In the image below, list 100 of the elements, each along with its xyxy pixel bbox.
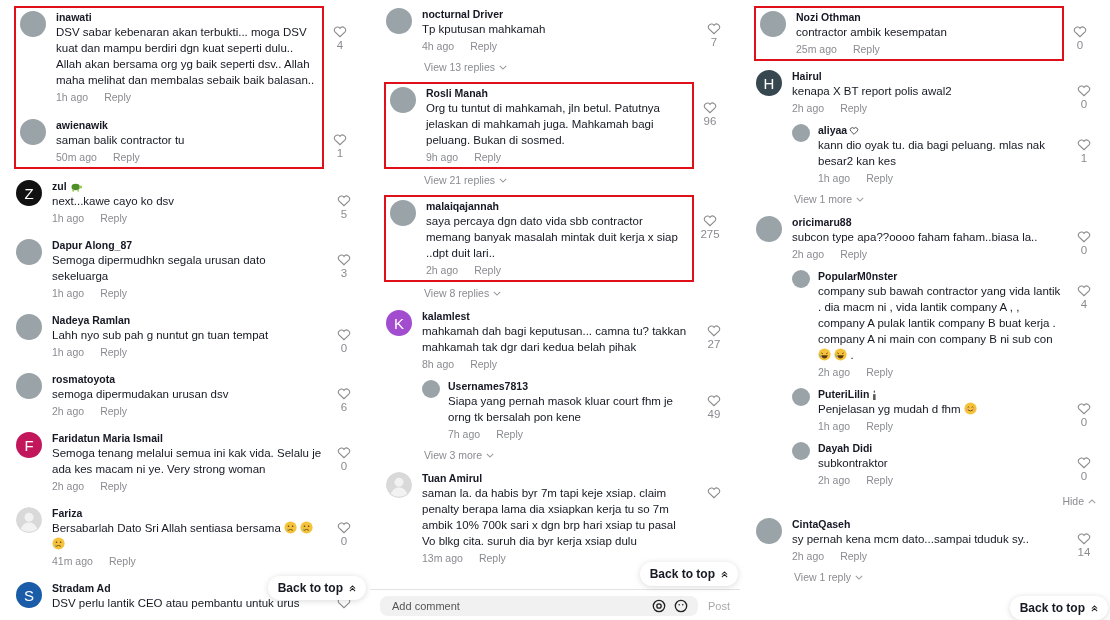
avatar-photo-placeholder[interactable] xyxy=(792,388,810,406)
avatar-photo-placeholder[interactable] xyxy=(16,239,42,265)
reply-link[interactable]: Reply xyxy=(112,149,140,165)
avatar-photo-placeholder[interactable] xyxy=(756,216,782,242)
reply-link[interactable]: Reply xyxy=(866,418,893,434)
username[interactable]: inawati xyxy=(56,11,92,24)
comment-input[interactable]: Add comment xyxy=(390,599,644,613)
avatar-photo-placeholder[interactable] xyxy=(422,380,440,398)
username[interactable]: Nozi Othman xyxy=(796,11,861,24)
avatar-photo-placeholder[interactable] xyxy=(756,518,782,544)
reply-link[interactable]: Reply xyxy=(866,472,893,488)
username[interactable]: CintaQaseh xyxy=(792,518,851,531)
reply-link[interactable]: Reply xyxy=(470,356,497,372)
like-heart-icon[interactable] xyxy=(337,328,351,341)
like-heart-icon[interactable] xyxy=(1077,84,1091,97)
like-heart-icon[interactable] xyxy=(337,521,351,534)
username[interactable]: Usernames7813 xyxy=(448,380,528,393)
avatar-photo-placeholder[interactable] xyxy=(16,373,42,399)
like-heart-icon[interactable] xyxy=(1077,284,1091,297)
like-heart-icon[interactable] xyxy=(337,446,351,459)
view-replies-link[interactable]: View 3 more xyxy=(424,449,495,461)
like-heart-icon[interactable] xyxy=(707,22,721,35)
username[interactable]: aliyaa xyxy=(818,124,848,137)
back-to-top-button[interactable]: Back to top xyxy=(1009,596,1108,620)
reply-link[interactable]: Reply xyxy=(470,38,497,54)
reply-link[interactable]: Reply xyxy=(866,364,893,380)
like-heart-icon[interactable] xyxy=(1077,230,1091,243)
like-heart-icon[interactable] xyxy=(1073,25,1087,38)
like-heart-icon[interactable] xyxy=(337,387,351,400)
avatar-photo-placeholder[interactable] xyxy=(390,87,416,113)
back-to-top-button[interactable]: Back to top xyxy=(267,576,366,600)
like-heart-icon[interactable] xyxy=(707,394,721,407)
username[interactable]: oricimaru88 xyxy=(792,216,852,229)
avatar-photo-placeholder[interactable] xyxy=(792,124,810,142)
username[interactable]: malaiqajannah xyxy=(426,200,499,213)
username[interactable]: rosmatoyota xyxy=(52,373,115,386)
reply-link[interactable]: Reply xyxy=(100,210,127,226)
reply-link[interactable]: Reply xyxy=(840,100,867,116)
add-comment-field[interactable]: Add comment xyxy=(380,596,698,616)
view-replies-link[interactable]: View 1 more xyxy=(794,193,865,205)
mention-icon[interactable] xyxy=(652,599,666,613)
avatar-photo-placeholder[interactable] xyxy=(390,200,416,226)
back-to-top-button[interactable]: Back to top xyxy=(639,562,738,586)
reply-link[interactable]: Reply xyxy=(496,426,523,442)
username[interactable]: nocturnal Driver xyxy=(422,8,504,21)
avatar-photo-placeholder[interactable] xyxy=(386,8,412,34)
like-heart-icon[interactable] xyxy=(703,101,717,114)
username[interactable]: Nadeya Ramlan xyxy=(52,314,131,327)
username[interactable]: zul xyxy=(52,180,67,193)
like-heart-icon[interactable] xyxy=(333,133,347,146)
reply-link[interactable]: Reply xyxy=(100,403,127,419)
avatar[interactable]: F xyxy=(16,432,42,458)
view-replies-link[interactable]: View 21 replies xyxy=(424,174,507,186)
avatar-photo-placeholder[interactable] xyxy=(20,11,46,37)
reply-link[interactable]: Reply xyxy=(104,89,131,105)
avatar[interactable]: Z xyxy=(16,180,42,206)
avatar-photo-placeholder[interactable] xyxy=(792,442,810,460)
avatar-photo-placeholder[interactable] xyxy=(760,11,786,37)
view-replies-link[interactable]: View 13 replies xyxy=(424,61,507,73)
username[interactable]: Dayah Didi xyxy=(818,442,873,455)
avatar-photo-placeholder[interactable] xyxy=(20,119,46,145)
view-replies-link[interactable]: View 8 replies xyxy=(424,287,502,299)
avatar[interactable]: K xyxy=(386,310,412,336)
reply-link[interactable]: Reply xyxy=(840,246,867,262)
reply-link[interactable]: Reply xyxy=(852,41,880,57)
reply-link[interactable]: Reply xyxy=(866,170,893,186)
reply-link[interactable]: Reply xyxy=(100,285,127,301)
avatar[interactable]: H xyxy=(756,70,782,96)
like-heart-icon[interactable] xyxy=(707,324,721,337)
reply-link[interactable]: Reply xyxy=(474,262,501,278)
like-heart-icon[interactable] xyxy=(337,253,351,266)
reply-link[interactable]: Reply xyxy=(474,149,501,165)
reply-link[interactable]: Reply xyxy=(100,344,127,360)
like-heart-icon[interactable] xyxy=(337,194,351,207)
avatar-photo-placeholder[interactable] xyxy=(16,314,42,340)
reply-link[interactable]: Reply xyxy=(840,548,867,564)
reply-link[interactable]: Reply xyxy=(100,478,127,494)
username[interactable]: Dapur Along_87 xyxy=(52,239,133,252)
like-heart-icon[interactable] xyxy=(1077,456,1091,469)
view-replies-link[interactable]: View 1 reply xyxy=(794,571,863,583)
username[interactable]: Tuan Amirul xyxy=(422,472,483,485)
username[interactable]: Rosli Manah xyxy=(426,87,488,100)
like-heart-icon[interactable] xyxy=(1077,138,1091,151)
like-heart-icon[interactable] xyxy=(707,486,721,499)
emoji-icon[interactable] xyxy=(674,599,688,613)
hide-replies-link[interactable]: Hide xyxy=(1062,495,1096,507)
username[interactable]: awienawik xyxy=(56,119,108,132)
username[interactable]: Fariza xyxy=(52,507,83,520)
like-heart-icon[interactable] xyxy=(703,214,717,227)
avatar-photo-placeholder[interactable] xyxy=(792,270,810,288)
username[interactable]: PuteriLilin xyxy=(818,388,870,401)
username[interactable]: Stradam Ad xyxy=(52,582,111,595)
username[interactable]: PopularM0nster xyxy=(818,270,898,283)
like-heart-icon[interactable] xyxy=(1077,532,1091,545)
like-heart-icon[interactable] xyxy=(333,25,347,38)
username[interactable]: Hairul xyxy=(792,70,822,83)
username[interactable]: kalamlest xyxy=(422,310,470,323)
like-heart-icon[interactable] xyxy=(1077,402,1091,415)
username[interactable]: Faridatun Maria Ismail xyxy=(52,432,163,445)
reply-link[interactable]: Reply xyxy=(478,550,506,566)
